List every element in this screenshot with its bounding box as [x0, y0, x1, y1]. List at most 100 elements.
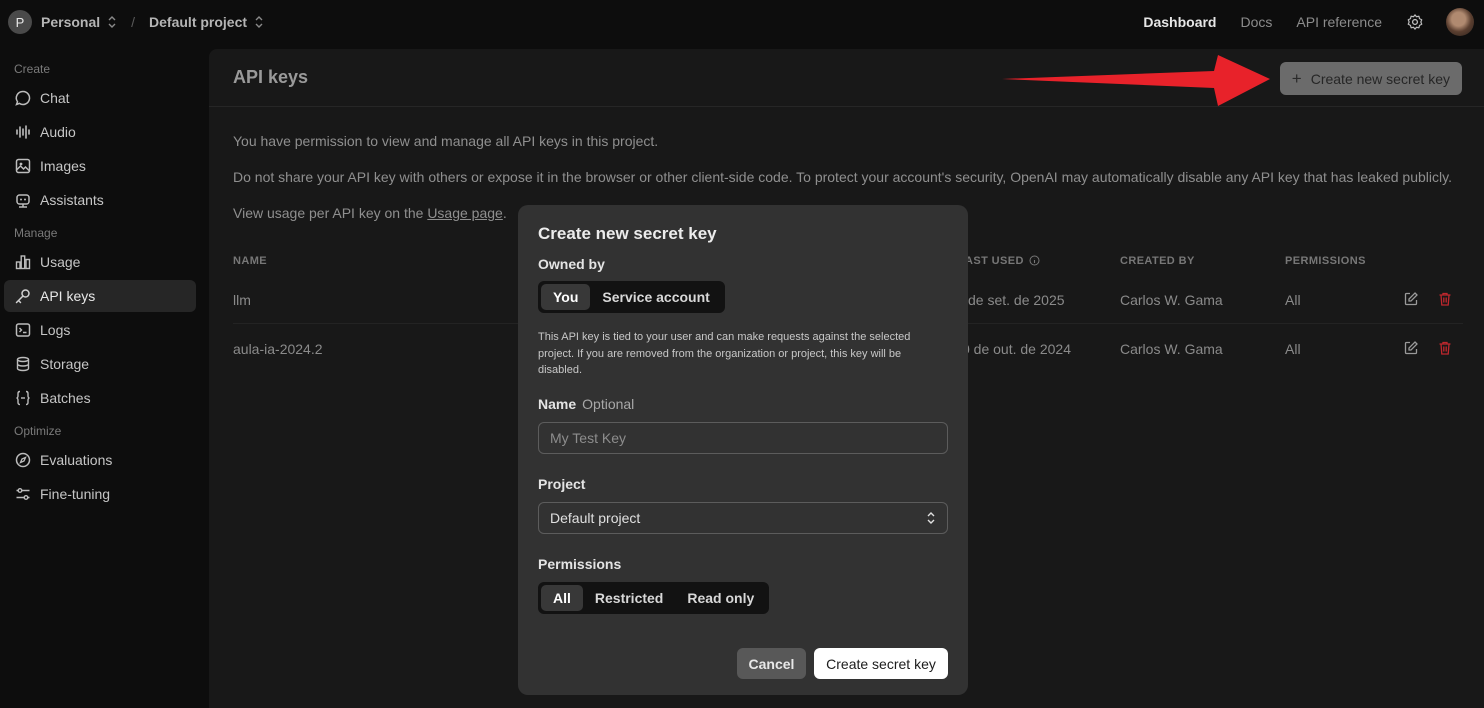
info-icon[interactable] — [1029, 255, 1040, 266]
column-header-created-by: CREATED BY — [1120, 255, 1195, 267]
create-button-label: Create new secret key — [1310, 70, 1450, 87]
sidebar-item-evaluations[interactable]: Evaluations — [4, 444, 196, 476]
org-switcher[interactable]: P Personal — [8, 10, 117, 34]
page-title: API keys — [233, 67, 309, 87]
org-avatar: P — [8, 10, 32, 34]
chevron-updown-icon — [108, 16, 116, 28]
sidebar-item-batches[interactable]: Batches — [4, 382, 196, 414]
bar-chart-icon — [14, 253, 32, 271]
sidebar-item-label: Images — [40, 158, 86, 174]
key-created-by: Carlos W. Gama — [1120, 341, 1223, 357]
permissions-restricted-option[interactable]: Restricted — [583, 585, 675, 611]
usage-page-link[interactable]: Usage page — [427, 205, 503, 221]
key-created-by: Carlos W. Gama — [1120, 292, 1223, 308]
chevron-updown-icon — [255, 16, 263, 28]
sidebar-item-api-keys[interactable]: API keys — [4, 280, 196, 312]
org-name: Personal — [41, 14, 101, 30]
permissions-toggle: All Restricted Read only — [538, 582, 770, 614]
cancel-button[interactable]: Cancel — [737, 648, 806, 679]
trash-icon[interactable] — [1437, 291, 1453, 307]
name-label-text: Name — [538, 396, 577, 412]
sidebar-item-chat[interactable]: Chat — [4, 82, 196, 114]
top-bar: P Personal / Default project Dashboard D… — [0, 0, 1484, 44]
key-permissions: All — [1285, 341, 1301, 357]
sidebar-item-logs[interactable]: Logs — [4, 314, 196, 346]
sidebar-item-storage[interactable]: Storage — [4, 348, 196, 380]
user-avatar[interactable] — [1446, 8, 1474, 36]
trash-icon[interactable] — [1437, 340, 1453, 356]
project-select[interactable]: Default project — [538, 502, 948, 534]
sidebar-item-label: Fine-tuning — [40, 486, 111, 502]
edit-icon[interactable] — [1403, 291, 1419, 307]
plus-icon: + — [1291, 68, 1302, 88]
sidebar-item-label: Logs — [40, 322, 71, 338]
terminal-icon — [14, 321, 32, 339]
gear-icon[interactable] — [1406, 13, 1424, 31]
edit-icon[interactable] — [1403, 340, 1419, 356]
sidebar-item-label: Usage — [40, 254, 81, 270]
database-icon — [14, 355, 32, 373]
sidebar-item-label: Batches — [40, 390, 91, 406]
nav-docs[interactable]: Docs — [1240, 14, 1272, 30]
optional-hint: Optional — [582, 396, 635, 412]
column-header-name: NAME — [233, 255, 267, 267]
ownership-note: This API key is tied to your user and ca… — [538, 331, 911, 376]
sidebar: Create Chat Audio Images Assistants Mana… — [0, 44, 209, 708]
security-warning-text: Do not share your API key with others or… — [233, 169, 1452, 185]
image-icon — [14, 157, 32, 175]
sliders-icon — [14, 485, 32, 503]
chevron-updown-icon — [927, 512, 935, 524]
project-label: Project — [538, 476, 586, 492]
permissions-read-only-option[interactable]: Read only — [675, 585, 766, 611]
key-icon — [14, 287, 32, 305]
permissions-label: Permissions — [538, 556, 622, 572]
project-name: Default project — [149, 14, 248, 30]
usage-text-prefix: View usage per API key on the — [233, 205, 428, 221]
permissions-all-option[interactable]: All — [541, 585, 583, 611]
owned-by-label: Owned by — [538, 256, 605, 272]
create-secret-key-dialog: Create new secret key Owned by You Servi… — [518, 205, 968, 695]
key-name: aula-ia-2024.2 — [233, 341, 323, 357]
sidebar-item-label: API keys — [40, 288, 96, 304]
robot-icon — [14, 191, 32, 209]
owned-by-you-option[interactable]: You — [541, 284, 591, 310]
sidebar-item-label: Storage — [40, 356, 90, 372]
braces-icon — [14, 389, 32, 407]
sidebar-item-usage[interactable]: Usage — [4, 246, 196, 278]
name-label: Name Optional — [538, 396, 634, 412]
audio-wave-icon — [14, 123, 32, 141]
permission-text: You have permission to view and manage a… — [233, 133, 659, 149]
sidebar-item-fine-tuning[interactable]: Fine-tuning — [4, 478, 196, 510]
section-optimize: Optimize — [14, 424, 62, 438]
section-create: Create — [14, 62, 51, 76]
owned-by-service-account-option[interactable]: Service account — [590, 284, 721, 310]
column-header-last-used: AST USED — [965, 255, 1024, 267]
create-new-secret-key-button[interactable]: + Create new secret key — [1279, 62, 1462, 95]
usage-text-suffix: . — [502, 205, 507, 221]
sidebar-item-audio[interactable]: Audio — [4, 116, 196, 148]
section-manage: Manage — [14, 226, 58, 240]
nav-dashboard[interactable]: Dashboard — [1143, 14, 1216, 30]
chat-bubble-icon — [14, 89, 32, 107]
sidebar-item-label: Chat — [40, 90, 70, 106]
sidebar-item-assistants[interactable]: Assistants — [4, 184, 196, 216]
key-permissions: All — [1285, 292, 1301, 308]
usage-text: View usage per API key on the Usage page… — [233, 205, 507, 221]
sidebar-item-label: Evaluations — [40, 452, 113, 468]
key-last-used: 0 de out. de 2024 — [962, 341, 1071, 357]
create-secret-key-button[interactable]: Create secret key — [814, 648, 948, 679]
owned-by-toggle: You Service account — [538, 281, 725, 313]
key-last-used: de set. de 2025 — [968, 292, 1065, 308]
compass-icon — [14, 451, 32, 469]
breadcrumb-separator: / — [131, 14, 136, 30]
key-name: llm — [233, 292, 251, 308]
key-name-input[interactable] — [538, 422, 948, 454]
column-header-permissions: PERMISSIONS — [1285, 255, 1366, 267]
top-nav: Dashboard Docs API reference — [1143, 0, 1484, 44]
project-select-value: Default project — [550, 510, 641, 526]
project-switcher[interactable]: Default project — [149, 14, 264, 30]
sidebar-item-images[interactable]: Images — [4, 150, 196, 182]
sidebar-item-label: Audio — [40, 124, 76, 140]
sidebar-item-label: Assistants — [40, 192, 104, 208]
nav-api-reference[interactable]: API reference — [1296, 14, 1382, 30]
